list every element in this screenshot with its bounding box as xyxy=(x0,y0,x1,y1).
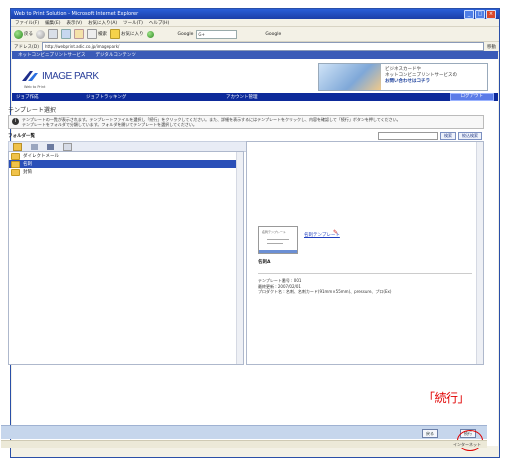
search-button[interactable]: 検索 xyxy=(87,29,107,39)
favorites-button[interactable]: お気に入り xyxy=(110,29,144,39)
nav-job-create[interactable]: ジョブ作成 xyxy=(16,94,56,100)
banner-line-3: お問い合わせはコチラ xyxy=(385,79,430,84)
folder-up-icon[interactable] xyxy=(13,142,22,151)
menu-help[interactable]: ヘルプ(H) xyxy=(149,20,169,26)
page-title: テンプレート選択 xyxy=(8,107,56,114)
site-header: IMAGE PARK Web to Print ビジネスカードや ネットコンビニ… xyxy=(12,59,498,93)
tree-item-label: 名刺 xyxy=(23,162,32,167)
search-label: 検索 xyxy=(98,32,107,37)
back-arrow-icon xyxy=(14,29,23,39)
back-page-button[interactable]: 戻る xyxy=(422,429,438,438)
stop-icon[interactable] xyxy=(48,29,58,39)
detail-view-icon[interactable] xyxy=(47,143,54,150)
info-line-2: テンプレートをフォルダで分類しています。フォルダを開いてテンプレートを選択してく… xyxy=(22,122,197,127)
preview-scrollbar[interactable] xyxy=(476,142,483,364)
star-icon xyxy=(110,29,120,39)
menu-file[interactable]: ファイル(F) xyxy=(15,20,39,26)
info-box: i テンプレートの一覧が表示されます。テンプレートファイルを選択し「続行」をクリ… xyxy=(8,115,484,129)
main-nav: ジョブ作成 ジョブトラッキング アカウント管理 ログアウト xyxy=(12,93,498,101)
menu-bar: ファイル(F) 編集(E) 表示(V) お気に入り(A) ツール(T) ヘルプ(… xyxy=(11,19,499,27)
template-thumbnail[interactable]: 名刺テンプレート xyxy=(258,226,298,254)
folder-tree: ダイレクトメール 名刺 封筒 xyxy=(8,151,244,365)
list-view-icon[interactable] xyxy=(31,143,38,150)
banner-text: ビジネスカードや ネットコンビニプリントサービスの お問い合わせはコチラ xyxy=(381,64,487,90)
status-bar: インターネット xyxy=(1,440,487,448)
back-label: 戻る xyxy=(24,32,33,37)
title-bar: Web to Print Solution - Microsoft Intern… xyxy=(11,9,499,19)
brand-subtitle: Web to Print xyxy=(24,85,46,89)
template-products: プロダクト名 : 名刺、名刺カード(91mm×55mm)、pressure、プロ… xyxy=(258,289,392,294)
tree-item-card[interactable]: 名刺 xyxy=(9,160,243,168)
info-icon: i xyxy=(12,118,19,125)
tree-scrollbar[interactable] xyxy=(236,152,243,364)
minimize-button[interactable]: _ xyxy=(464,9,474,19)
tree-item-label: 封筒 xyxy=(23,170,32,175)
delete-icon[interactable]: ✎ xyxy=(333,230,339,236)
window-title: Web to Print Solution - Microsoft Intern… xyxy=(14,11,139,17)
service-link-print[interactable]: ネットコンビニプリントサービス xyxy=(18,52,86,58)
nav-logout[interactable]: ログアウト xyxy=(449,93,494,101)
zone-label: インターネット xyxy=(453,442,481,447)
template-meta: テンプレート番号 : 001 最終更新 : 2007/02/01 プロダクト名 … xyxy=(258,278,391,295)
refine-search-button[interactable]: 絞込検索 xyxy=(458,131,482,140)
address-input[interactable]: http://webprint.adic.co.jp/imagepark/ xyxy=(41,42,484,51)
maximize-button[interactable]: □ xyxy=(475,9,485,19)
logo-mark-icon xyxy=(22,71,38,81)
tree-item-dm[interactable]: ダイレクトメール xyxy=(9,152,243,160)
folder-icon xyxy=(11,168,20,176)
brand-name: IMAGE PARK xyxy=(42,70,99,82)
nav-job-tracking[interactable]: ジョブトラッキング xyxy=(86,94,176,100)
menu-tools[interactable]: ツール(T) xyxy=(123,20,143,26)
template-search-input[interactable] xyxy=(378,131,438,140)
google-search-input[interactable]: G+ xyxy=(196,29,238,39)
banner-image xyxy=(319,64,381,90)
info-text: テンプレートの一覧が表示されます。テンプレートファイルを選択し「続行」をクリック… xyxy=(22,116,401,127)
thumbnail-caption: 名刺テンプレート xyxy=(262,230,286,234)
folder-icon xyxy=(11,160,20,168)
action-bar: 戻る 続行 xyxy=(1,425,487,439)
tree-item-envelope[interactable]: 封筒 xyxy=(9,168,243,176)
template-name: 名刺A xyxy=(258,260,271,265)
refresh-icon[interactable] xyxy=(61,29,71,39)
folder-header: フォルダ一覧 検索 絞込検索 xyxy=(8,131,482,140)
menu-view[interactable]: 表示(V) xyxy=(66,20,82,26)
media-icon[interactable] xyxy=(146,30,154,38)
browser-toolbar: 戻る 検索 お気に入り Google G+ Google xyxy=(11,27,499,42)
back-button[interactable]: 戻る xyxy=(14,29,33,39)
google-extra[interactable]: Google xyxy=(265,32,281,37)
go-button[interactable]: 移動 xyxy=(487,44,496,50)
search-icon xyxy=(87,29,97,39)
menu-favorites[interactable]: お気に入り(A) xyxy=(88,20,117,26)
promo-banner[interactable]: ビジネスカードや ネットコンビニプリントサービスの お問い合わせはコチラ xyxy=(318,63,488,91)
template-preview: 名刺テンプレート 名刺テンプレート ✎ 名刺A テンプレート番号 : 001 最… xyxy=(246,141,484,365)
google-label: Google xyxy=(177,31,194,37)
favorites-label: お気に入り xyxy=(121,32,144,37)
folder-list-label: フォルダ一覧 xyxy=(8,133,35,139)
service-bar: ネットコンビニプリントサービス デジタルコンテンツ xyxy=(12,51,498,59)
address-label: アドレス(D) xyxy=(14,44,39,50)
nav-account[interactable]: アカウント管理 xyxy=(226,94,286,100)
service-link-digital[interactable]: デジタルコンテンツ xyxy=(96,52,136,58)
close-button[interactable]: × xyxy=(486,9,496,19)
menu-edit[interactable]: 編集(E) xyxy=(45,20,60,26)
folder-icon xyxy=(11,152,20,160)
refresh-folder-icon[interactable] xyxy=(63,142,72,151)
site-logo[interactable]: IMAGE PARK xyxy=(22,71,99,82)
forward-arrow-icon[interactable] xyxy=(36,29,45,39)
continue-callout: 「続行」 xyxy=(423,391,470,405)
tree-item-label: ダイレクトメール xyxy=(23,154,59,159)
search-button[interactable]: 検索 xyxy=(440,131,456,140)
home-icon[interactable] xyxy=(74,29,84,39)
divider xyxy=(258,273,472,274)
